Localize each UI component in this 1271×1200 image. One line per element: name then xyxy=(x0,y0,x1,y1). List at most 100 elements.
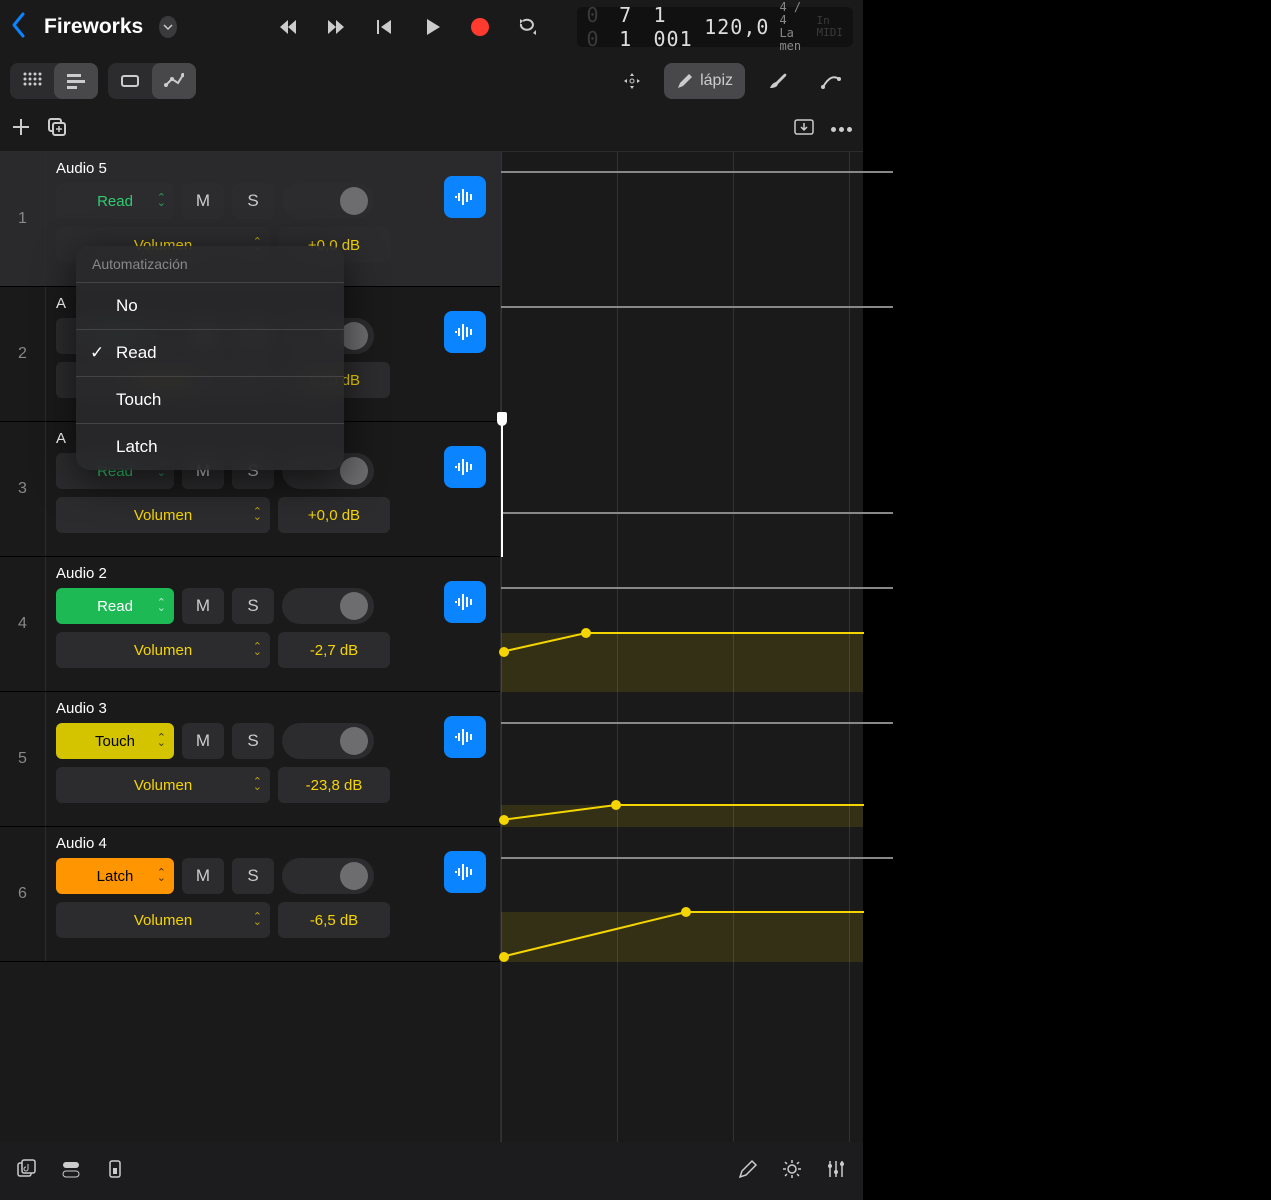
automation-mode-button[interactable]: Latch xyxy=(56,858,174,894)
lcd-dim-zeros: 0 0 xyxy=(587,3,610,51)
track-number: 4 xyxy=(0,557,46,691)
lcd-key: La men xyxy=(779,27,806,53)
rewind-button[interactable] xyxy=(267,10,309,44)
mute-button[interactable]: M xyxy=(182,183,224,219)
more-button[interactable] xyxy=(829,127,853,132)
lcd-tempo: 120,0 xyxy=(704,15,769,39)
pan-knob[interactable] xyxy=(282,858,374,894)
track-number: 6 xyxy=(0,827,46,961)
song-title: Fireworks xyxy=(44,15,143,39)
audio-waveform-icon[interactable] xyxy=(444,716,486,758)
pencil-tool-label: lápiz xyxy=(700,72,733,90)
mixer-button[interactable] xyxy=(60,1158,82,1185)
duplicate-track-button[interactable] xyxy=(46,116,68,143)
mute-button[interactable]: M xyxy=(182,723,224,759)
track-list-header: 1 2 3 4 xyxy=(0,108,863,152)
automation-lane[interactable] xyxy=(501,287,863,422)
grid-view-button[interactable] xyxy=(10,63,54,99)
automation-lane[interactable] xyxy=(501,422,863,557)
lcd-display[interactable]: 0 0 7 1 1 001 120,0 4 / 4 La men In MIDI xyxy=(577,7,853,47)
forward-button[interactable] xyxy=(315,10,357,44)
automation-lane[interactable] xyxy=(501,557,863,692)
automation-mode-popup: Automatización No Read Touch Latch xyxy=(76,246,344,470)
plugin-button[interactable] xyxy=(104,1158,126,1185)
automation-value-button[interactable]: +0,0 dB xyxy=(278,497,390,533)
curve-tool-button[interactable] xyxy=(809,63,853,99)
faders-button[interactable] xyxy=(825,1158,847,1185)
region-view-button[interactable] xyxy=(108,63,152,99)
automation-parameter-button[interactable]: Volumen xyxy=(56,902,270,938)
automation-point[interactable] xyxy=(499,952,509,962)
track-name[interactable]: Audio 2 xyxy=(56,565,490,582)
add-track-button[interactable] xyxy=(10,116,32,143)
automation-mode-button[interactable]: Touch xyxy=(56,723,174,759)
record-button[interactable] xyxy=(459,10,501,44)
settings-icon[interactable] xyxy=(781,1158,803,1185)
brush-tool-button[interactable] xyxy=(755,63,799,99)
automation-point[interactable] xyxy=(581,628,591,638)
top-bar: Fireworks 0 0 7 1 1 001 120,0 4 / 4 La m… xyxy=(0,0,863,54)
track-row[interactable]: 5 Audio 3 Touch M S Volumen -23,8 dB xyxy=(0,692,500,827)
audio-waveform-icon[interactable] xyxy=(444,176,486,218)
pan-knob[interactable] xyxy=(282,183,374,219)
automation-lane[interactable] xyxy=(501,827,863,962)
automation-point[interactable] xyxy=(499,647,509,657)
lcd-position: 7 1 xyxy=(619,3,643,51)
bounce-button[interactable] xyxy=(793,116,815,143)
pencil-tool-button[interactable]: lápiz xyxy=(664,63,745,99)
automation-value-button[interactable]: -2,7 dB xyxy=(278,632,390,668)
solo-button[interactable]: S xyxy=(232,858,274,894)
automation-parameter-button[interactable]: Volumen xyxy=(56,632,270,668)
mute-button[interactable]: M xyxy=(182,588,224,624)
track-name[interactable]: Audio 4 xyxy=(56,835,490,852)
play-button[interactable] xyxy=(411,10,453,44)
region-automation-segmented-control xyxy=(108,63,196,99)
automation-value-button[interactable]: -6,5 dB xyxy=(278,902,390,938)
library-button[interactable] xyxy=(16,1158,38,1185)
automation-curve[interactable] xyxy=(501,692,864,827)
popup-item-touch[interactable]: Touch xyxy=(76,376,344,423)
automation-view-button[interactable] xyxy=(152,63,196,99)
audio-waveform-icon[interactable] xyxy=(444,446,486,488)
go-to-start-button[interactable] xyxy=(363,10,405,44)
move-tool-button[interactable] xyxy=(610,63,654,99)
track-row[interactable]: 6 Audio 4 Latch M S Volumen -6,5 dB xyxy=(0,827,500,962)
playhead[interactable] xyxy=(501,422,503,557)
popup-header: Automatización xyxy=(76,246,344,282)
mute-button[interactable]: M xyxy=(182,858,224,894)
popup-item-latch[interactable]: Latch xyxy=(76,423,344,470)
pan-knob[interactable] xyxy=(282,588,374,624)
automation-point[interactable] xyxy=(681,907,691,917)
timeline[interactable] xyxy=(500,152,863,1142)
automation-mode-button[interactable]: Read xyxy=(56,183,174,219)
popup-item-read[interactable]: Read xyxy=(76,329,344,376)
automation-lane[interactable] xyxy=(501,692,863,827)
audio-waveform-icon[interactable] xyxy=(444,851,486,893)
track-name[interactable]: Audio 3 xyxy=(56,700,490,717)
popup-item-no[interactable]: No xyxy=(76,282,344,329)
automation-lane[interactable] xyxy=(501,152,863,287)
lcd-beat: 1 001 xyxy=(654,3,695,51)
automation-curve[interactable] xyxy=(501,827,864,962)
cycle-button[interactable] xyxy=(507,10,549,44)
pan-knob[interactable] xyxy=(282,723,374,759)
song-menu-button[interactable] xyxy=(159,16,176,38)
track-name[interactable]: Audio 5 xyxy=(56,160,490,177)
view-toolbar: lápiz xyxy=(0,54,863,108)
audio-waveform-icon[interactable] xyxy=(444,311,486,353)
automation-parameter-button[interactable]: Volumen xyxy=(56,767,270,803)
edit-button[interactable] xyxy=(737,1158,759,1185)
tracks-view-button[interactable] xyxy=(54,63,98,99)
track-row[interactable]: 4 Audio 2 Read M S Volumen -2,7 dB xyxy=(0,557,500,692)
solo-button[interactable]: S xyxy=(232,183,274,219)
automation-point[interactable] xyxy=(499,815,509,825)
automation-curve[interactable] xyxy=(501,557,864,692)
audio-waveform-icon[interactable] xyxy=(444,581,486,623)
solo-button[interactable]: S xyxy=(232,588,274,624)
solo-button[interactable]: S xyxy=(232,723,274,759)
back-button[interactable] xyxy=(10,11,28,44)
automation-parameter-button[interactable]: Volumen xyxy=(56,497,270,533)
automation-value-button[interactable]: -23,8 dB xyxy=(278,767,390,803)
automation-point[interactable] xyxy=(611,800,621,810)
automation-mode-button[interactable]: Read xyxy=(56,588,174,624)
